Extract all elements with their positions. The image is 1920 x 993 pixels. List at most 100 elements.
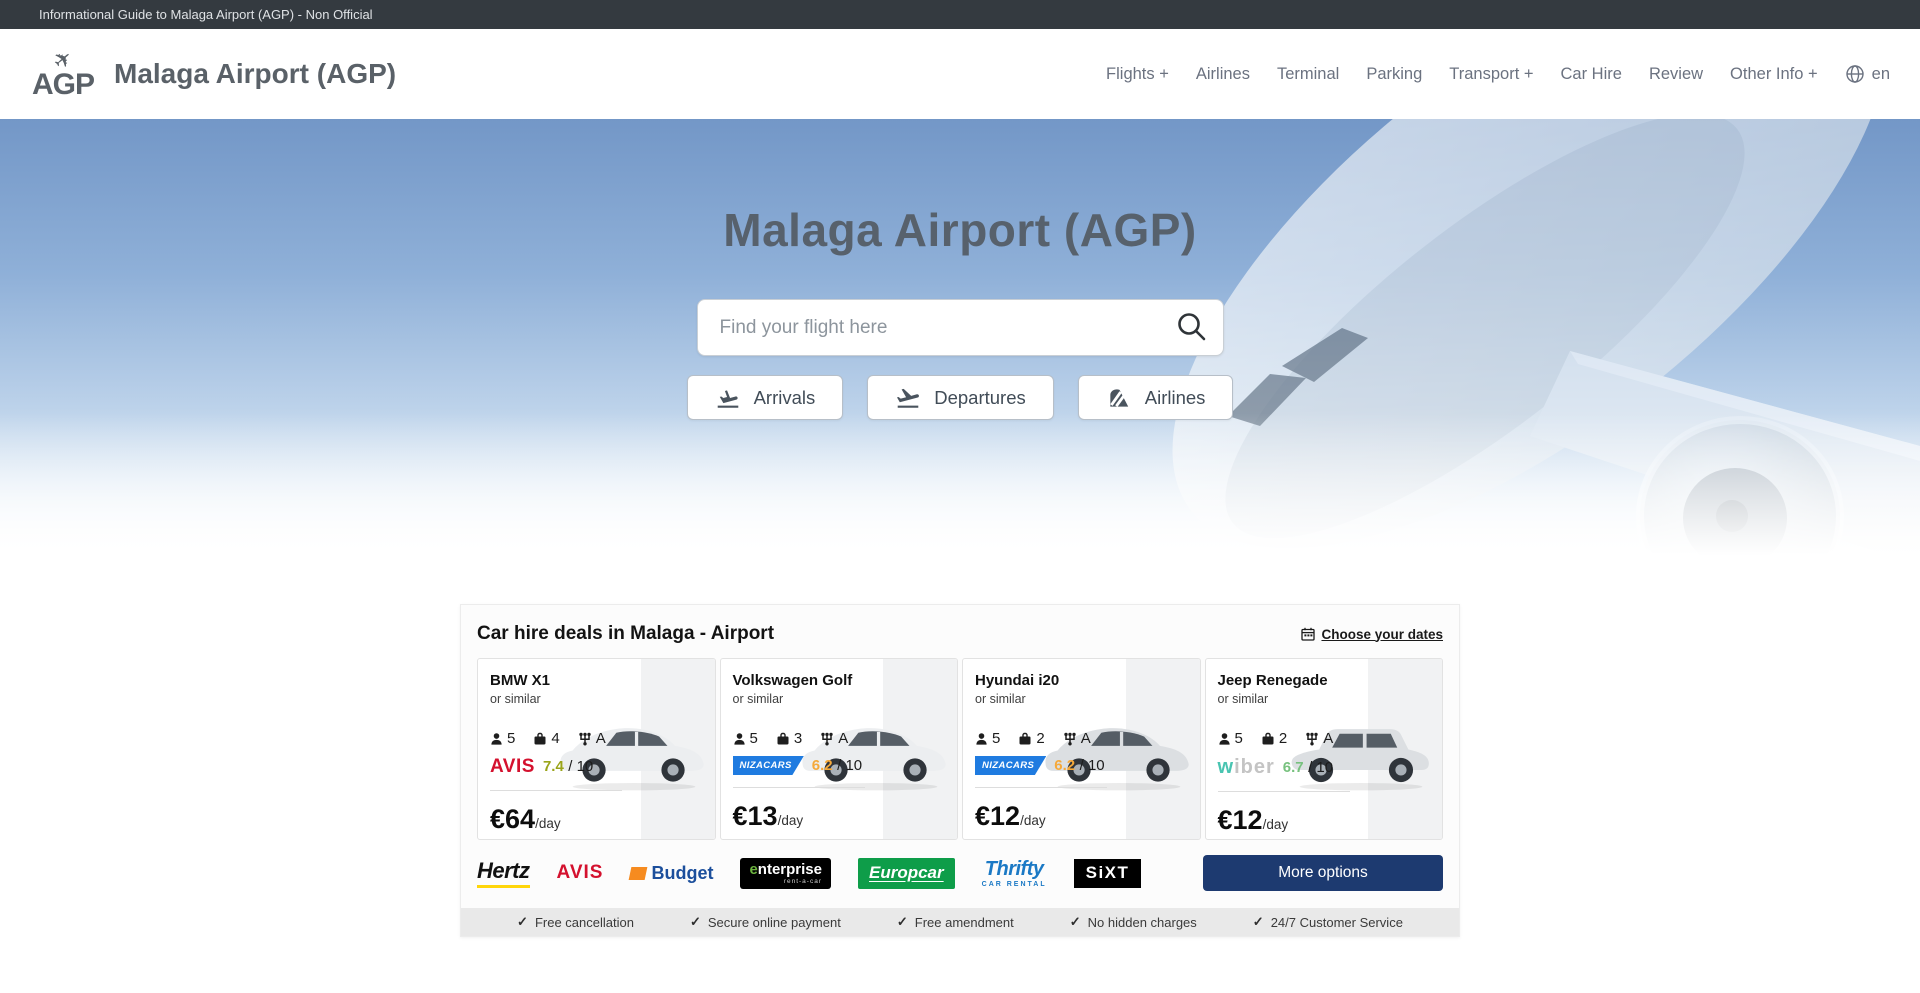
more-options-button[interactable]: More options [1203, 855, 1443, 891]
car-similar: or similar [1218, 692, 1431, 706]
rating-out-of: / 10 [568, 758, 593, 775]
price-per-day: €12 [975, 801, 1020, 832]
check-icon: ✓ [517, 914, 528, 930]
bags-count: 3 [794, 730, 802, 747]
card-divider [1218, 791, 1350, 792]
car-similar: or similar [733, 692, 946, 706]
car-name: Volkswagen Golf [733, 672, 946, 689]
benefits-strip: ✓Free cancellation ✓Secure online paymen… [461, 908, 1459, 936]
nav-item-car-hire[interactable]: Car Hire [1561, 65, 1622, 84]
hero-quick-links: Arrivals Departures Airlines [0, 375, 1920, 420]
nav-item-review[interactable]: Review [1649, 65, 1703, 84]
supplier-logos: Hertz AVIS Budget enterprise rent-a-car … [477, 858, 1141, 889]
flight-search [697, 299, 1224, 356]
car-name: Jeep Renegade [1218, 672, 1431, 689]
car-hire-section: Car hire deals in Malaga - Airport Choos… [460, 604, 1460, 937]
arrivals-button[interactable]: Arrivals [687, 375, 844, 420]
price-per-day-suffix: /day [1263, 817, 1289, 832]
car-deal-card-bmw-x1[interactable]: BMW X1 or similar 5 4 A AVIS 7.4 / 10 €6… [477, 658, 716, 840]
top-info-bar: Informational Guide to Malaga Airport (A… [0, 0, 1920, 29]
choose-dates-link[interactable]: Choose your dates [1301, 627, 1443, 642]
supplier-logo-nizacars: NIZACARS [975, 756, 1046, 775]
seats-icon [1218, 732, 1231, 746]
rating-out-of: / 10 [1308, 759, 1333, 776]
rating-out-of: / 10 [1080, 757, 1105, 774]
benefit-item: ✓No hidden charges [1070, 914, 1197, 930]
sixt-logo: SiXT [1074, 859, 1142, 888]
supplier-rating-value: 6.2 [1054, 757, 1075, 774]
site-title: Malaga Airport (AGP) [114, 58, 396, 90]
departures-label: Departures [934, 387, 1026, 409]
nav-item-airlines[interactable]: Airlines [1196, 65, 1250, 84]
car-specs: 5 2 A [975, 730, 1125, 747]
check-icon: ✓ [1253, 914, 1264, 930]
benefit-item: ✓Secure online payment [690, 914, 841, 930]
choose-dates-label: Choose your dates [1321, 627, 1443, 642]
car-deal-card-hyundai-i20[interactable]: Hyundai i20 or similar 5 2 A NIZACARS 6.… [962, 658, 1201, 840]
rating-out-of: / 10 [837, 757, 862, 774]
price-per-day: €13 [733, 801, 778, 832]
transmission-type: A [1323, 730, 1333, 747]
plane-takeoff-icon [895, 385, 921, 411]
transmission-icon [1063, 732, 1077, 746]
benefit-item: ✓Free amendment [897, 914, 1014, 930]
nav-item-other-info[interactable]: Other Info + [1730, 65, 1818, 84]
bags-count: 2 [1036, 730, 1044, 747]
site-logo[interactable]: ✈ AGP [30, 47, 96, 102]
benefit-item: ✓Free cancellation [517, 914, 634, 930]
price-per-day: €64 [490, 804, 535, 835]
seats-icon [490, 732, 503, 746]
airlines-button[interactable]: Airlines [1078, 375, 1234, 420]
top-info-text: Informational Guide to Malaga Airport (A… [39, 7, 373, 22]
departures-button[interactable]: Departures [867, 375, 1054, 420]
supplier-rating: AVIS 7.4 / 10 [490, 756, 703, 778]
card-divider [975, 787, 1107, 788]
luggage-icon [1261, 732, 1275, 746]
supplier-rating-value: 6.7 [1283, 759, 1304, 776]
nav-item-transport[interactable]: Transport + [1449, 65, 1533, 84]
bags-count: 2 [1279, 730, 1287, 747]
price-total: €37 · 3 days [975, 837, 1188, 840]
search-icon [1175, 310, 1209, 344]
check-icon: ✓ [1070, 914, 1081, 930]
car-specs: 5 4 A [490, 730, 640, 747]
supplier-rating: wiber 6.7 / 10 [1218, 756, 1431, 779]
supplier-rating-value: 6.2 [812, 757, 833, 774]
car-specs: 5 3 A [733, 730, 883, 747]
transmission-icon [1305, 732, 1319, 746]
car-deal-card-vw-golf[interactable]: Volkswagen Golf or similar 5 3 A NIZACAR… [720, 658, 959, 840]
check-icon: ✓ [690, 914, 701, 930]
supplier-logo-nizacars: NIZACARS [733, 756, 804, 775]
luggage-icon [776, 732, 790, 746]
seats-count: 5 [507, 730, 515, 747]
supplier-rating: NIZACARS 6.2 / 10 [975, 756, 1188, 775]
hero-title: Malaga Airport (AGP) [0, 119, 1920, 257]
plane-landing-icon [715, 385, 741, 411]
europcar-logo: Europcar [858, 858, 955, 889]
budget-logo: Budget [630, 863, 713, 884]
language-selector[interactable]: en [1845, 64, 1890, 84]
price-per-day-suffix: /day [778, 813, 804, 828]
transmission-type: A [1081, 730, 1091, 747]
car-name: Hyundai i20 [975, 672, 1188, 689]
nav-item-flights[interactable]: Flights + [1106, 65, 1169, 84]
price-total: €39 · 3 days [733, 837, 946, 840]
card-divider [490, 790, 622, 791]
car-deal-card-jeep-renegade[interactable]: Jeep Renegade or similar 5 2 A wiber 6.7… [1205, 658, 1444, 840]
nav-item-terminal[interactable]: Terminal [1277, 65, 1339, 84]
suppliers-row: Hertz AVIS Budget enterprise rent-a-car … [461, 840, 1459, 908]
luggage-icon [533, 732, 547, 746]
avis-logo: AVIS [557, 862, 604, 884]
hero-section: Malaga Airport (AGP) Arrivals [0, 119, 1920, 563]
price-per-day-suffix: /day [1020, 813, 1046, 828]
price-per-day-suffix: /day [535, 816, 561, 831]
airlines-label: Airlines [1145, 387, 1206, 409]
nav-item-parking[interactable]: Parking [1366, 65, 1422, 84]
search-button[interactable] [1174, 310, 1210, 346]
globe-icon [1845, 64, 1865, 84]
flight-search-input[interactable] [697, 299, 1224, 356]
car-similar: or similar [490, 692, 703, 706]
car-hire-header: Car hire deals in Malaga - Airport Choos… [461, 605, 1459, 658]
car-deals-row: BMW X1 or similar 5 4 A AVIS 7.4 / 10 €6… [461, 658, 1459, 840]
seats-count: 5 [992, 730, 1000, 747]
